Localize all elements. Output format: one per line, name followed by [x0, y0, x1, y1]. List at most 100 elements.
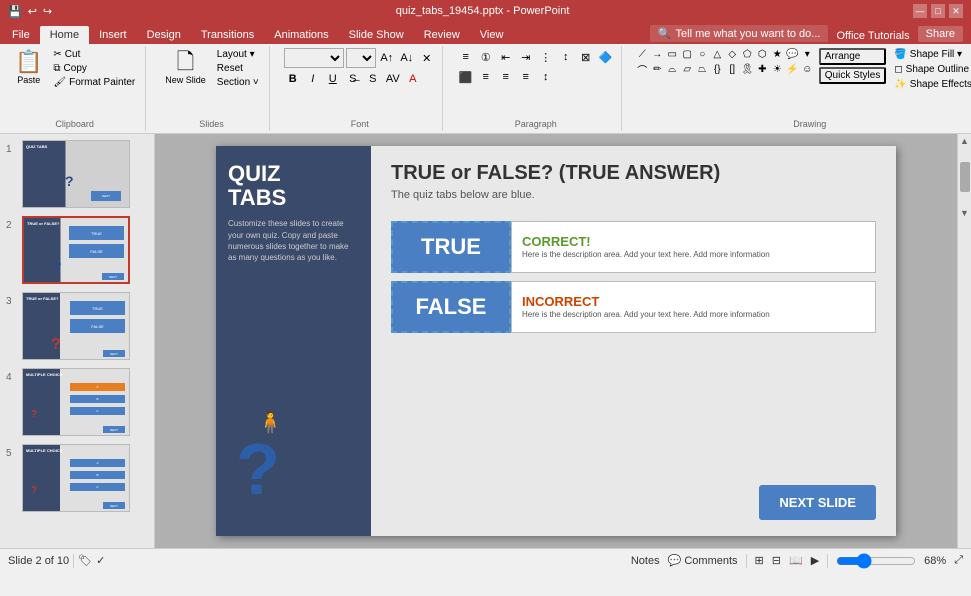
fit-slide-button[interactable]: ⤢ [954, 554, 963, 567]
slide-thumb-3[interactable]: 3 TRUE or FALSE? TRUE FALSE ? NEXT [4, 290, 150, 362]
shape-lightning[interactable]: ⚡ [786, 63, 799, 76]
slide-sorter-button[interactable]: ⊟ [772, 554, 781, 567]
text-direction-button[interactable]: ↕ [557, 48, 575, 66]
underline-button[interactable]: U [324, 70, 342, 88]
save-icon[interactable]: 💾 [8, 5, 22, 18]
align-right-button[interactable]: ≡ [497, 68, 515, 86]
shape-brace[interactable]: {} [711, 63, 724, 76]
justify-button[interactable]: ≡ [517, 68, 535, 86]
shape-freeform[interactable]: ✏ [651, 63, 664, 76]
shape-effects-button[interactable]: ✨ Shape Effects ▾ [890, 78, 971, 91]
shape-rect[interactable]: ▭ [666, 48, 679, 61]
tab-home[interactable]: Home [40, 26, 89, 44]
tab-design[interactable]: Design [137, 26, 191, 44]
shape-triangle[interactable]: △ [711, 48, 724, 61]
shape-outline-button[interactable]: ◻ Shape Outline ▾ [890, 63, 971, 76]
maximize-button[interactable]: □ [931, 4, 945, 18]
slide-thumb-5[interactable]: 5 MULTIPLE CHOICE A B C NEXT ? [4, 442, 150, 514]
align-left-button[interactable]: ⬛ [457, 68, 475, 86]
section-button[interactable]: Section ˅ [213, 76, 263, 89]
bullets-button[interactable]: ≡ [457, 48, 475, 66]
normal-view-button[interactable]: ⊞ [755, 554, 764, 567]
strikethrough-button[interactable]: S̶ [344, 70, 362, 88]
shape-sun[interactable]: ☀ [771, 63, 784, 76]
italic-button[interactable]: I [304, 70, 322, 88]
reading-view-button[interactable]: 📖 [789, 554, 803, 567]
shape-rounded-rect[interactable]: ▢ [681, 48, 694, 61]
slide-canvas[interactable]: QUIZ TABS Customize these slides to crea… [216, 146, 896, 536]
cut-button[interactable]: ✂ Cut [49, 48, 139, 61]
clear-format-button[interactable]: ✕ [418, 49, 436, 67]
minimize-button[interactable]: — [913, 4, 927, 18]
shape-line[interactable]: ⟋ [636, 48, 649, 61]
shape-oval[interactable]: ○ [696, 48, 709, 61]
redo-icon[interactable]: ↪ [43, 5, 52, 18]
arrange-button[interactable]: Arrange [819, 48, 887, 65]
quick-styles-button[interactable]: Quick Styles [819, 67, 887, 84]
slide-thumb-1[interactable]: 1 QUIZ TABS NEXT ? [4, 138, 150, 210]
slide-thumb-2[interactable]: 2 TRUE or FALSE? TRUE FALSE ? NEXT [4, 214, 150, 286]
columns-button[interactable]: ⋮ [537, 48, 555, 66]
paste-button[interactable]: 📋 Paste [10, 48, 47, 88]
shadow-button[interactable]: S [364, 70, 382, 88]
numbering-button[interactable]: ① [477, 48, 495, 66]
shape-pentagon[interactable]: ⬠ [741, 48, 754, 61]
tab-view[interactable]: View [470, 26, 514, 44]
notes-button[interactable]: Notes [631, 555, 660, 567]
shape-arrow[interactable]: → [651, 48, 664, 61]
slideshow-view-button[interactable]: ▶ [811, 554, 819, 567]
font-family-select[interactable] [284, 48, 344, 68]
search-box[interactable]: 🔍 Tell me what you want to do... [650, 25, 829, 42]
next-slide-button[interactable]: NEXT SLIDE [759, 485, 876, 520]
tab-review[interactable]: Review [414, 26, 470, 44]
tab-slideshow[interactable]: Slide Show [339, 26, 414, 44]
tab-file[interactable]: File [2, 26, 40, 44]
shape-fill-button[interactable]: 🪣 Shape Fill ▾ [890, 48, 971, 61]
shape-bracket[interactable]: [] [726, 63, 739, 76]
share-button[interactable]: Share [918, 26, 963, 42]
char-spacing-button[interactable]: AV [384, 70, 402, 88]
shape-star[interactable]: ★ [771, 48, 784, 61]
decrease-font-button[interactable]: A↓ [398, 49, 416, 67]
tab-insert[interactable]: Insert [89, 26, 137, 44]
shape-ribbon[interactable]: 🎗 [741, 63, 754, 76]
copy-button[interactable]: ⧉ Copy [49, 62, 139, 75]
slide-thumb-4[interactable]: 4 MULTIPLE CHOICE A B C NEXT ? [4, 366, 150, 438]
scroll-thumb[interactable] [960, 162, 970, 192]
align-text-button[interactable]: ⊠ [577, 48, 595, 66]
shape-more[interactable]: ▾ [801, 48, 814, 61]
new-slide-button[interactable]: 🗋 New Slide [160, 48, 211, 88]
comments-button[interactable]: 💬 Comments [668, 554, 738, 567]
shape-curve[interactable]: ⌒ [636, 63, 649, 76]
increase-indent-button[interactable]: ⇥ [517, 48, 535, 66]
close-button[interactable]: ✕ [949, 4, 963, 18]
line-spacing-button[interactable]: ↕ [537, 68, 555, 86]
shape-smiley[interactable]: ☺ [801, 63, 814, 76]
true-label[interactable]: TRUE [391, 221, 511, 273]
vertical-scrollbar[interactable]: ▲ ▼ [957, 134, 971, 548]
shape-cross[interactable]: ✚ [756, 63, 769, 76]
false-label[interactable]: FALSE [391, 281, 511, 333]
decrease-indent-button[interactable]: ⇤ [497, 48, 515, 66]
undo-icon[interactable]: ↩ [28, 5, 37, 18]
font-size-select[interactable] [346, 48, 376, 68]
shape-trapezoid[interactable]: ⏢ [696, 63, 709, 76]
font-color-button[interactable]: A [404, 70, 422, 88]
tab-animations[interactable]: Animations [264, 26, 338, 44]
shape-parallelogram[interactable]: ▱ [681, 63, 694, 76]
format-painter-button[interactable]: 🖌 Format Painter [49, 76, 139, 89]
shape-hexagon[interactable]: ⬡ [756, 48, 769, 61]
scroll-down-arrow[interactable]: ▼ [958, 206, 971, 220]
increase-font-button[interactable]: A↑ [378, 49, 396, 67]
layout-button[interactable]: Layout ▾ [213, 48, 263, 61]
convert-to-smartart-button[interactable]: 🔷 [597, 48, 615, 66]
shape-arc[interactable]: ⌓ [666, 63, 679, 76]
tab-transitions[interactable]: Transitions [191, 26, 264, 44]
zoom-slider[interactable] [836, 553, 916, 569]
office-tutorials-link[interactable]: Office Tutorials [836, 30, 909, 42]
bold-button[interactable]: B [284, 70, 302, 88]
scroll-up-arrow[interactable]: ▲ [958, 134, 971, 148]
shape-callout[interactable]: 💬 [786, 48, 799, 61]
shape-diamond[interactable]: ◇ [726, 48, 739, 61]
reset-button[interactable]: Reset [213, 62, 263, 75]
